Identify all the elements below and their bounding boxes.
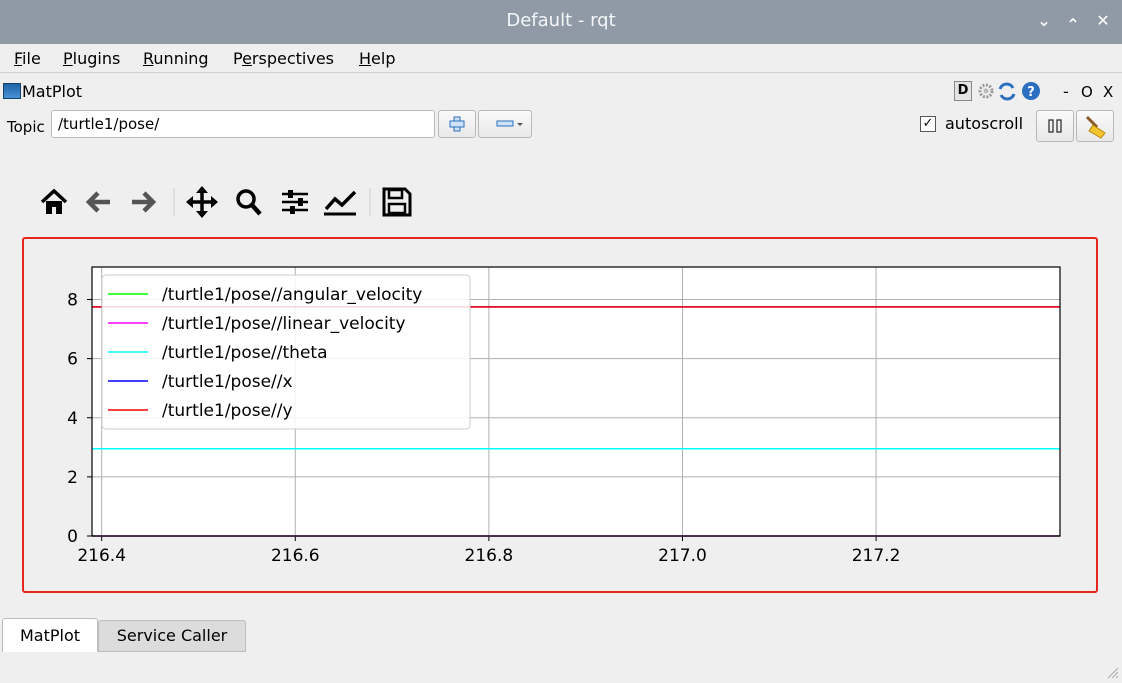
chevron-down-icon[interactable]: ⌄ [1034, 10, 1054, 32]
legend-label: /turtle1/pose//angular_velocity [162, 285, 422, 305]
zoom-icon[interactable] [236, 189, 262, 216]
x-tick-label: 217.2 [852, 546, 901, 566]
y-tick-label: 2 [67, 468, 78, 488]
tab-matplot[interactable]: MatPlot [2, 618, 98, 652]
help-icon[interactable]: ? [1022, 82, 1040, 100]
x-tick-label: 216.8 [465, 546, 514, 566]
legend-label: /turtle1/pose//theta [162, 343, 328, 363]
plot-navigation-toolbar [40, 186, 412, 218]
plugin-toolbar-icons: ? [978, 82, 1040, 101]
pan-icon[interactable] [186, 186, 218, 218]
pause-icon [1048, 119, 1062, 133]
add-topic-button[interactable] [438, 110, 476, 138]
menu-file[interactable]: File [14, 49, 41, 68]
home-icon[interactable] [40, 188, 68, 214]
menu-help[interactable]: Help [359, 49, 395, 68]
bottom-tab-bar: MatPlot Service Caller [0, 618, 1122, 652]
remove-topic-button[interactable] [478, 110, 532, 138]
menu-perspectives[interactable]: Perspectives [233, 49, 334, 68]
tab-service-caller[interactable]: Service Caller [98, 620, 246, 652]
y-tick-label: 4 [67, 409, 78, 429]
svg-text:?: ? [1027, 85, 1035, 100]
clear-button[interactable] [1076, 110, 1114, 142]
close-plugin-button[interactable]: X [1103, 83, 1113, 101]
x-tick-label: 216.6 [271, 546, 320, 566]
reload-icon[interactable] [998, 82, 1016, 101]
y-tick-label: 6 [67, 350, 78, 370]
chevron-up-icon[interactable]: ⌃ [1063, 14, 1083, 36]
broom-icon [1085, 115, 1106, 139]
autoscroll-checkbox[interactable]: ✓ [920, 116, 936, 132]
topic-input[interactable] [51, 110, 435, 138]
window-titlebar: Default - rqt ⌄ ⌃ ✕ [0, 0, 1122, 44]
window-title: Default - rqt [506, 10, 616, 31]
menubar: File Plugins Running Perspectives Help [0, 44, 1122, 73]
x-tick-label: 217.0 [658, 546, 707, 566]
legend-label: /turtle1/pose//linear_velocity [162, 314, 406, 334]
plus-icon [449, 116, 465, 132]
close-window-icon[interactable]: ✕ [1093, 10, 1113, 32]
edit-axes-icon[interactable] [324, 190, 357, 216]
resize-grip-icon[interactable] [1104, 664, 1120, 680]
d-icon[interactable]: D [954, 81, 972, 101]
menu-plugins[interactable]: Plugins [63, 49, 120, 68]
legend-label: /turtle1/pose//y [162, 401, 293, 421]
forward-arrow-icon[interactable] [132, 191, 157, 213]
plot-frame: 216.4 216.6 216.8 217.0 217.2 0 2 4 6 8/turtle1/p… [22, 237, 1098, 593]
topic-label: Topic [7, 118, 45, 136]
back-arrow-icon[interactable] [85, 191, 110, 213]
plugin-title: MatPlot [22, 82, 83, 101]
minimize-plugin-button[interactable]: - [1063, 82, 1069, 101]
restore-plugin-button[interactable]: O [1081, 83, 1093, 101]
subplot-config-icon[interactable] [282, 190, 308, 214]
line-chart[interactable]: 216.4 216.6 216.8 217.0 217.2 0 2 4 6 8/turtle1/p… [24, 239, 1096, 591]
minus-dropdown-icon [496, 120, 523, 127]
x-tick-label: 216.4 [77, 546, 126, 566]
y-tick-label: 0 [67, 527, 78, 547]
pause-button[interactable] [1036, 110, 1074, 142]
gear-icon[interactable] [978, 83, 994, 99]
save-icon[interactable] [382, 187, 412, 217]
menu-running[interactable]: Running [143, 49, 209, 68]
matplot-plugin-icon [3, 83, 21, 99]
autoscroll-label: autoscroll [945, 114, 1024, 133]
legend-label: /turtle1/pose//x [162, 372, 293, 392]
y-tick-label: 8 [67, 291, 78, 311]
